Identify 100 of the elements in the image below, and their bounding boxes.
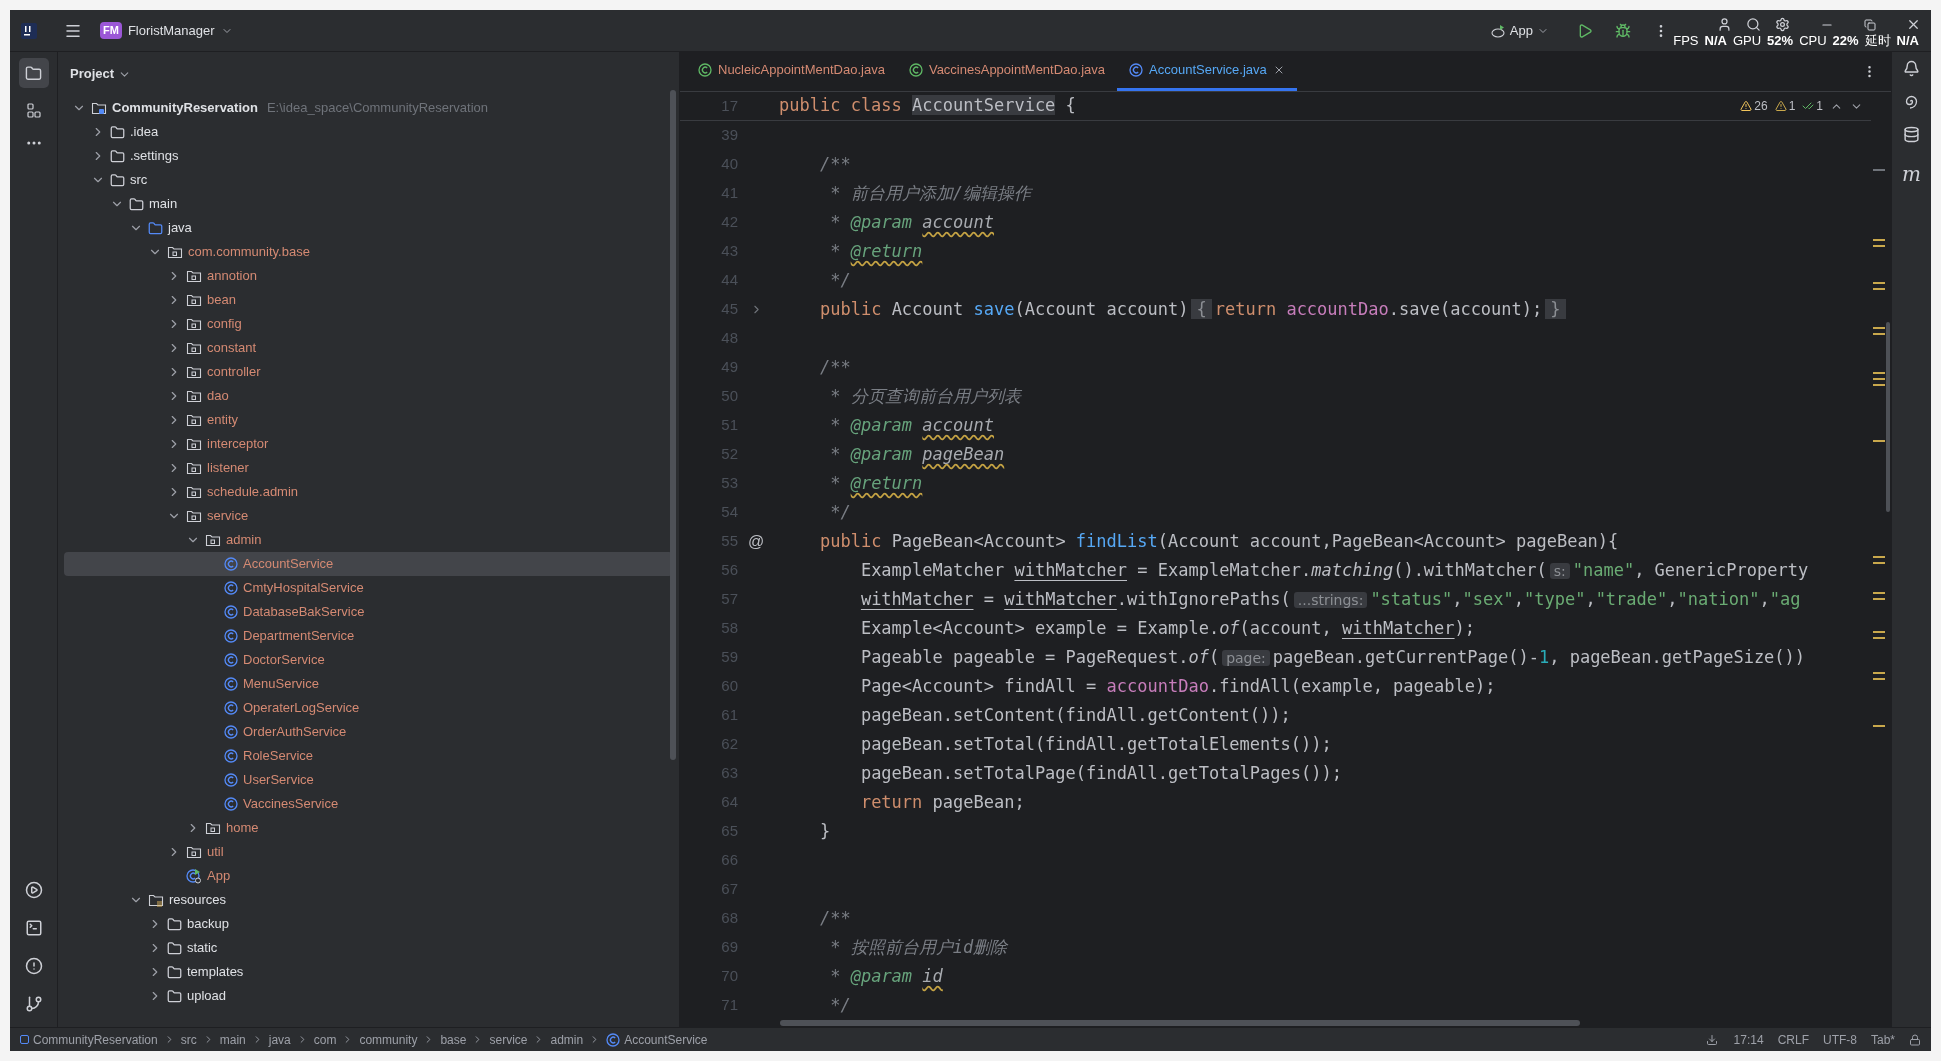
close-icon[interactable] <box>1906 17 1921 32</box>
tree-item[interactable]: .settings <box>64 144 673 168</box>
notifications-icon[interactable] <box>1903 60 1920 77</box>
terminal-icon[interactable] <box>24 919 43 937</box>
tree-item[interactable]: resources <box>64 888 673 912</box>
tree-item[interactable]: .idea <box>64 120 673 144</box>
tree-item[interactable]: home <box>64 816 673 840</box>
tab-label: NucleicAppointMentDao.java <box>718 61 885 80</box>
database-icon[interactable] <box>1903 126 1920 143</box>
tree-item[interactable]: constant <box>64 336 673 360</box>
tree-item[interactable]: UserService <box>64 768 673 792</box>
tree-item[interactable]: MenuService <box>64 672 673 696</box>
user-icon[interactable] <box>1717 17 1732 32</box>
passed-checks-count[interactable]: 1 <box>1816 97 1823 115</box>
git-branch-icon[interactable] <box>24 995 43 1013</box>
tree-item[interactable]: util <box>64 840 673 864</box>
warnings-count[interactable]: 26 <box>1754 97 1768 115</box>
line-separator[interactable]: CRLF <box>1777 1030 1809 1049</box>
package-icon <box>186 268 202 284</box>
folder-icon <box>167 988 182 1004</box>
settings-icon[interactable] <box>1775 17 1790 32</box>
tree-item[interactable]: RoleService <box>64 744 673 768</box>
breadcrumb-item[interactable]: com <box>313 1030 337 1049</box>
tree-item[interactable]: dao <box>64 384 673 408</box>
tree-item[interactable]: DatabaseBakService <box>64 600 673 624</box>
breadcrumb-item[interactable]: base <box>440 1030 467 1049</box>
tree-item[interactable]: main <box>64 192 673 216</box>
tree-item[interactable]: schedule.admin <box>64 480 673 504</box>
tree-label: CmtyHospitalService <box>243 579 364 598</box>
breadcrumb-item[interactable]: main <box>219 1030 246 1049</box>
search-icon[interactable] <box>1746 17 1761 32</box>
tree-item[interactable]: src <box>64 168 673 192</box>
project-tool-button[interactable] <box>18 58 49 88</box>
tree-item[interactable]: App <box>64 864 673 888</box>
breadcrumb-item[interactable]: CommunityReservation <box>33 1030 158 1049</box>
tree-item[interactable]: interceptor <box>64 432 673 456</box>
debug-icon[interactable] <box>1615 22 1631 39</box>
class-icon <box>224 629 238 643</box>
tree-item[interactable]: annotion <box>64 264 673 288</box>
tree-item[interactable]: config <box>64 312 673 336</box>
file-encoding[interactable]: UTF-8 <box>1822 1030 1857 1049</box>
tree-item[interactable]: OperaterLogService <box>64 696 673 720</box>
tree-item[interactable]: service <box>64 504 673 528</box>
tree-item[interactable]: VaccinesService <box>64 792 673 816</box>
tree-item[interactable]: DoctorService <box>64 648 673 672</box>
project-switcher[interactable]: FM FloristManager <box>96 20 237 41</box>
tree-item[interactable]: bean <box>64 288 673 312</box>
warning-icon[interactable] <box>1740 100 1753 112</box>
gutter-marker[interactable]: @ <box>747 529 765 554</box>
run-icon[interactable] <box>1577 22 1593 39</box>
tree-item[interactable]: CommunityReservation E:\idea_space\CommunityReservation <box>64 96 673 120</box>
tree-item[interactable]: com.community.base <box>64 240 673 264</box>
problems-icon[interactable] <box>24 957 43 975</box>
tree-item[interactable]: OrderAuthService <box>64 720 673 744</box>
tree-item[interactable]: templates <box>64 960 673 984</box>
maven-tool-button[interactable]: m <box>1902 159 1921 189</box>
package-icon <box>186 364 202 380</box>
breadcrumb-item[interactable]: java <box>268 1030 291 1049</box>
tree-item[interactable]: static <box>64 936 673 960</box>
perf-label: FPS <box>1673 31 1699 50</box>
tree-label: UserService <box>243 771 314 790</box>
tree-item[interactable]: admin <box>64 528 673 552</box>
structure-icon[interactable] <box>24 102 43 120</box>
warning-icon[interactable] <box>1774 100 1787 112</box>
tree-item[interactable]: upload <box>64 984 673 1008</box>
tree-item[interactable]: DepartmentService <box>64 624 673 648</box>
code-line: */ <box>829 993 851 1017</box>
weak-warnings-count[interactable]: 1 <box>1788 97 1796 115</box>
run-tool-icon[interactable] <box>24 881 43 899</box>
run-config-selector[interactable]: App <box>1489 20 1549 41</box>
download-icon[interactable] <box>1705 1033 1718 1046</box>
tree-label: OperaterLogService <box>243 699 360 718</box>
breadcrumb-item[interactable]: src <box>180 1030 197 1049</box>
package-icon <box>186 508 202 524</box>
double-check-icon[interactable] <box>1802 100 1815 112</box>
editor-tab[interactable]: VaccinesAppointMentDao.java <box>896 52 1118 91</box>
package-icon <box>186 316 202 332</box>
indent-setting[interactable]: Tab* <box>1870 1030 1895 1049</box>
panel-title[interactable]: Project <box>70 64 115 84</box>
tree-item[interactable]: backup <box>64 912 673 936</box>
spiral-icon[interactable] <box>1903 93 1920 110</box>
breadcrumb-item[interactable]: admin <box>550 1030 584 1049</box>
breadcrumb-item[interactable]: service <box>489 1030 528 1049</box>
tree-item[interactable]: java <box>64 216 673 240</box>
lock-icon[interactable] <box>1909 1033 1921 1046</box>
scrollbar-thumb[interactable] <box>670 90 676 760</box>
tree-item[interactable]: entity <box>64 408 673 432</box>
tree-item[interactable]: AccountService <box>64 552 673 576</box>
tree-item[interactable]: controller <box>64 360 673 384</box>
caret-position[interactable]: 17:14 <box>1733 1030 1764 1049</box>
tree-item[interactable]: listener <box>64 456 673 480</box>
breadcrumb-item[interactable]: AccountService <box>624 1030 708 1049</box>
tree-item[interactable]: CmtyHospitalService <box>64 576 673 600</box>
editor-tab[interactable]: NucleicAppointMentDao.java <box>686 52 897 91</box>
horizontal-scrollbar-thumb[interactable] <box>780 1020 1580 1026</box>
class-icon <box>224 773 238 787</box>
tree-label: templates <box>187 963 244 982</box>
breadcrumb-item[interactable]: community <box>359 1030 418 1049</box>
restore-icon[interactable] <box>1864 18 1876 31</box>
tree-label: entity <box>207 411 239 430</box>
